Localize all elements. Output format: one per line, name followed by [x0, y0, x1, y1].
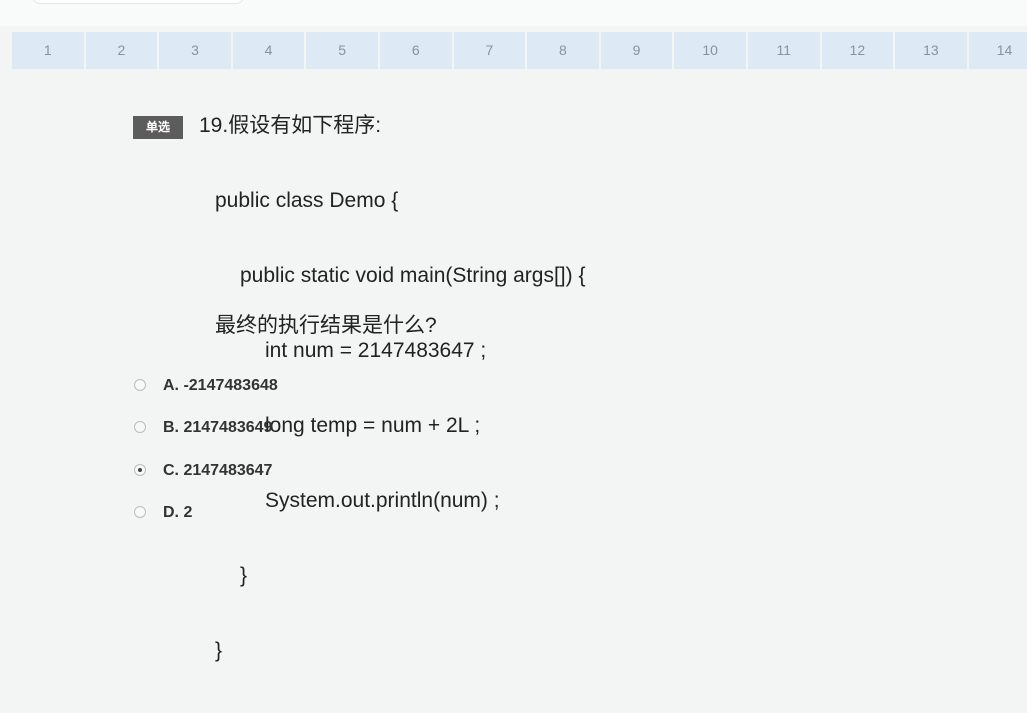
question-nav-item-3[interactable]: 3: [159, 32, 231, 69]
option-a[interactable]: A. -2147483648: [133, 374, 533, 398]
option-d[interactable]: D. 2: [133, 501, 533, 525]
question-nav-item-1[interactable]: 1: [12, 32, 84, 69]
code-line: public class Demo {: [215, 189, 399, 212]
code-line: }: [240, 564, 248, 587]
question-nav-item-2[interactable]: 2: [85, 32, 158, 69]
code-line: int num = 2147483647 ;: [265, 339, 487, 362]
top-strip: [0, 0, 1027, 26]
option-label: C. 2147483647: [163, 462, 273, 479]
question-nav-bar: 1 2 3 4 5 6 7 8 9 10 11 12 13 14: [12, 32, 1027, 69]
question-nav-item-5[interactable]: 5: [306, 32, 378, 69]
question-nav-item-8[interactable]: 8: [527, 32, 599, 69]
radio-button[interactable]: [134, 379, 146, 391]
option-c[interactable]: C. 2147483647: [133, 459, 533, 483]
question-nav-item-12[interactable]: 12: [821, 32, 894, 69]
question-title: 19.假设有如下程序:: [199, 114, 382, 137]
top-field[interactable]: [32, 0, 244, 4]
radio-button-selected[interactable]: [134, 464, 146, 476]
question-type-badge: 单选: [133, 116, 183, 139]
question-nav-item-10[interactable]: 10: [674, 32, 746, 69]
option-b[interactable]: B. 2147483649: [133, 416, 533, 440]
question-nav-item-13[interactable]: 13: [895, 32, 967, 69]
radio-button[interactable]: [134, 506, 146, 518]
question-nav-item-11[interactable]: 11: [747, 32, 820, 69]
question-prompt: 最终的执行结果是什么?: [215, 314, 437, 337]
option-label: D. 2: [163, 504, 193, 521]
radio-button[interactable]: [134, 421, 146, 433]
option-label: B. 2147483649: [163, 419, 273, 436]
question-nav-item-6[interactable]: 6: [379, 32, 452, 69]
code-line: public static void main(String args[]) {: [240, 264, 586, 287]
question-nav-item-4[interactable]: 4: [232, 32, 305, 69]
option-label: A. -2147483648: [163, 377, 278, 394]
code-line: }: [215, 639, 223, 662]
question-nav-item-9[interactable]: 9: [600, 32, 673, 69]
question-nav-item-14[interactable]: 14: [968, 32, 1027, 69]
question-nav-item-7[interactable]: 7: [453, 32, 526, 69]
